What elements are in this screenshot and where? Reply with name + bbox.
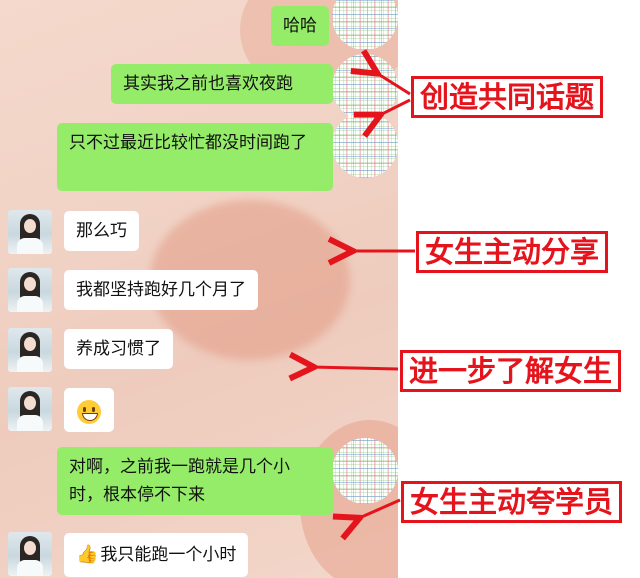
annotation-label: 进一步了解女生: [400, 350, 622, 392]
annotation-label: 创造共同话题: [411, 76, 604, 118]
annotation-arrow: [357, 498, 401, 519]
annotation-arrow: [311, 367, 399, 369]
annotation-label: 女生主动夸学员: [401, 481, 623, 523]
annotation-arrow: [375, 72, 411, 96]
annotation-label: 女生主动分享: [416, 231, 609, 273]
annotation-arrow: [378, 98, 411, 116]
